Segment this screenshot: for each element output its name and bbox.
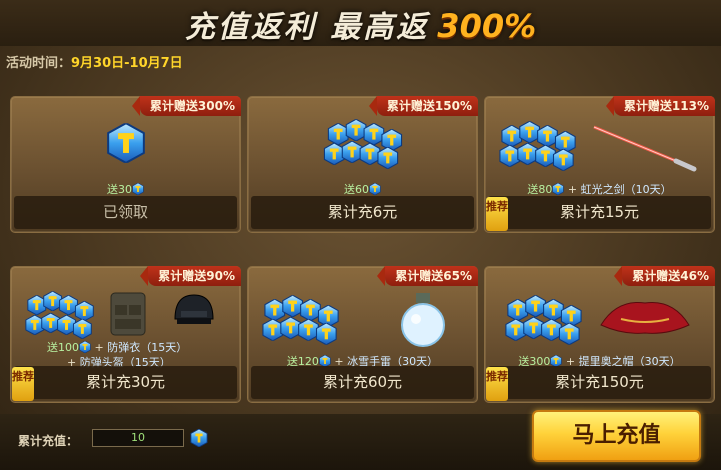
bonus-ribbon: 累计赠送90% [140,266,241,286]
coin-icon [190,429,208,447]
vest-icon [110,292,146,336]
lightsaber-icon [593,125,697,172]
coin-icon [132,183,144,195]
claimed-status: 已领取 [14,196,237,229]
reward-card-2: 累计赠送150% 送60 累计充6元 [247,96,478,233]
helmet-icon [174,294,214,324]
reward-card-1: 累计赠送300% 送30 已领取 [10,96,241,233]
reward-amount: 送100 [47,341,79,354]
recharge-now-button[interactable]: 马上充值 [532,410,701,462]
recharge-rebate-panel: 充值返利 最高返 300% 活动时间：9月30日-10月7日 累计赠送300% 送… [0,0,721,470]
recommend-badge: 推荐 [486,197,508,231]
reward-item: 防弹衣（15天） [107,341,188,354]
reward-card-5: 累计赠送65% 送120 + 冰雪手雷（30天） 累计充60元 [247,266,478,403]
bonus-ribbon: 累计赠送300% [131,96,241,116]
reward-item: 虹光之剑（10天） [580,183,672,196]
title-main: 充值返利 最高返 [184,10,430,45]
reward-line: 送60 [248,181,477,197]
bonus-ribbon: 累计赠送65% [377,266,478,286]
coin-icon [79,341,91,353]
plus-sign: + [94,341,104,354]
reward-line: 送30 [11,181,240,197]
recharge-threshold[interactable]: 累计充6元 [251,196,474,229]
hat-icon [600,301,690,334]
total-recharge-field: 10 [92,429,184,447]
title-percent: 300% [437,7,537,45]
reward-card-6: 累计赠送46% 送300 + 提里奥之帽（30天） 累计充150元 推荐 [484,266,715,403]
event-period-label: 活动时间： [6,56,72,71]
coin-stack-icon [323,119,403,169]
recharge-threshold[interactable]: 累计充150元 [488,366,711,399]
reward-amount: 送60 [344,183,369,196]
event-period-value: 9月30日-10月7日 [71,56,183,71]
reward-line: 送100 + 防弹衣（15天） [47,339,276,355]
reward-amount: 送80 [527,183,553,196]
bonus-ribbon: 累计赠送46% [614,266,715,286]
reward-card-4: 累计赠送90% 送100 + 防弹衣（15天） + 防弹头盔（15天） 累计充3… [10,266,241,403]
recommend-badge: 推荐 [12,367,34,401]
plus-sign: + [567,183,578,196]
recommend-badge: 推荐 [486,367,508,401]
snow-grenade-icon [401,293,445,347]
recharge-threshold[interactable]: 累计充15元 [488,196,711,229]
recharge-threshold[interactable]: 累计充30元 [14,366,237,399]
page-title: 充值返利 最高返 300% [0,2,721,46]
bonus-ribbon: 累计赠送150% [368,96,478,116]
coin-stack-icon [107,123,145,163]
event-period: 活动时间：9月30日-10月7日 [6,52,183,71]
total-recharge-label: 累计充值： [18,434,79,448]
reward-line: 送80 + 虹光之剑（10天） [485,181,714,197]
coin-icon [552,183,564,195]
reward-amount: 送30 [107,183,132,196]
bonus-ribbon: 累计赠送113% [605,96,715,116]
coin-icon [369,183,381,195]
reward-card-3: 累计赠送113% 送80 + 虹光之剑（10天） 累计充15元 推荐 [484,96,715,233]
recharge-threshold[interactable]: 累计充60元 [251,366,474,399]
